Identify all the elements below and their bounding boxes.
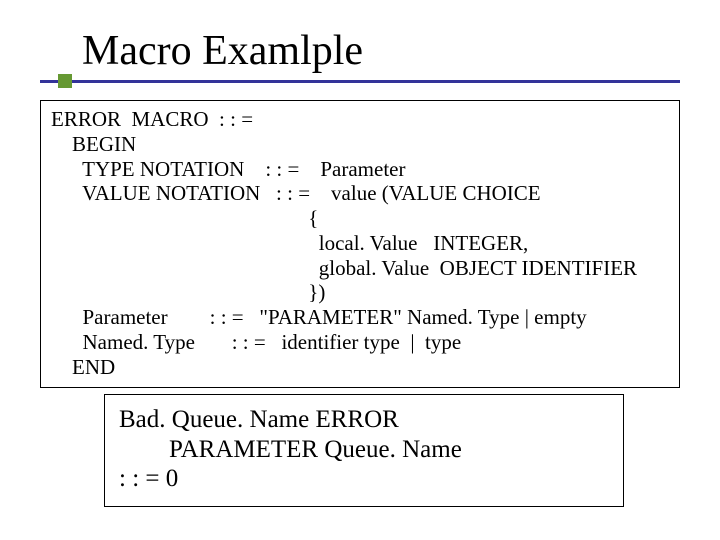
title-bullet-icon (58, 74, 72, 88)
slide: Macro Examlple ERROR MACRO : : = BEGIN T… (0, 0, 720, 540)
slide-title: Macro Examlple (82, 28, 363, 74)
macro-definition-box: ERROR MACRO : : = BEGIN TYPE NOTATION : … (40, 100, 680, 388)
title-underline (40, 80, 680, 83)
macro-usage-box: Bad. Queue. Name ERROR PARAMETER Queue. … (104, 394, 624, 507)
